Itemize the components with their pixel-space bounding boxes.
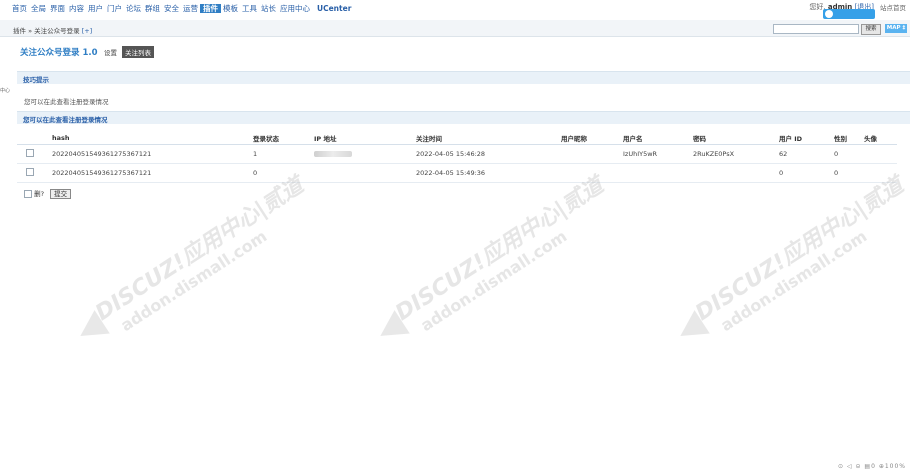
follow-table: hash 登录状态 IP 地址 关注时间 用户昵称 用户名 密码 用户 ID 性… [17,131,897,183]
delete-label: 删? [34,190,45,198]
cell-uid: 62 [779,144,834,164]
nav-security[interactable]: 安全 [162,4,181,13]
page-title: 关注公众号登录 1.0 [20,48,98,58]
cell-ip [314,144,416,164]
watermark: DISCUZ!应用中心|贰道 addon.dismall.com [72,168,319,348]
col-avatar: 头像 [864,131,897,145]
submit-button[interactable]: 提交 [50,189,72,199]
watermark: DISCUZ!应用中心|贰道 addon.dismall.com [372,168,619,348]
add-shortcut-link[interactable]: [+] [82,27,93,35]
col-user-id: 用户 ID [779,131,834,145]
watermark-logo-icon [372,310,410,348]
search-button[interactable]: 搜索 [861,24,881,35]
cell-password: 2RuKZE0PsX [693,144,779,164]
watermark-line2: addon.dismall.com [717,226,871,336]
nav-forum[interactable]: 论坛 [124,4,143,13]
list-title: 您可以在此查看注册登录情况 [23,116,108,124]
cell-status: 1 [253,144,314,164]
col-follow-time: 关注时间 [416,131,561,145]
secondary-bar: 插件 » 关注公众号登录 [+] 搜索 MAP ‡ [0,20,910,37]
cell-uid: 0 [779,163,834,183]
tab-follow-list[interactable]: 关注列表 [122,46,154,58]
settings-link[interactable]: 设置 [104,47,117,57]
watermark: DISCUZ!应用中心|贰道 addon.dismall.com [672,168,910,348]
watermark-logo-icon [672,310,710,348]
table-row: 20220405154936127536712​1 1 2022-04-05 1… [17,144,897,164]
cell-hash: 20220405154936127536712​1 [52,163,253,183]
watermark-line2: addon.dismall.com [117,226,271,336]
search-input[interactable] [773,24,859,34]
nav-operations[interactable]: 运营 [181,4,200,13]
breadcrumb-text[interactable]: 插件 » 关注公众号登录 [13,27,80,35]
cloud-icon [825,10,833,18]
tips-header: 技巧提示 [17,71,910,84]
col-password: 密码 [693,131,779,145]
watermark-line1: DISCUZ!应用中心|贰道 [91,173,309,326]
nav-global[interactable]: 全局 [29,4,48,13]
browser-status-bar: ⊙ ◁ ⊝ ▤0 ⊕100% [838,463,906,470]
nav-interface[interactable]: 界面 [48,4,67,13]
cell-ip [314,163,416,183]
watermark-line1: DISCUZ!应用中心|贰道 [391,173,609,326]
nav-home[interactable]: 首页 [10,4,29,13]
map-button[interactable]: MAP ‡ [885,24,907,33]
cell-status: 0 [253,163,314,183]
nav-app-center[interactable]: 应用中心 [278,4,312,13]
nav-tools[interactable]: 工具 [240,4,259,13]
cell-avatar [864,163,897,183]
table-row: 20220405154936127536712​1 0 2022-04-05 1… [17,163,897,183]
cell-gender: 0 [834,163,864,183]
col-nickname: 用户昵称 [561,131,623,145]
col-login-status: 登录状态 [253,131,314,145]
cell-gender: 0 [834,144,864,164]
select-all-checkbox[interactable] [24,190,32,198]
cell-avatar [864,144,897,164]
nav-webmaster[interactable]: 站长 [259,4,278,13]
col-gender: 性别 [834,131,864,145]
cell-username: IzUhIY5wR [623,144,693,164]
watermark-line1: DISCUZ!应用中心|贰道 [691,173,909,326]
cell-nickname [561,144,623,164]
watermark-logo-icon [72,310,110,348]
redacted-ip [314,151,352,157]
tips-text: 您可以在此查看注册登录情况 [24,98,109,106]
col-ip: IP 地址 [314,131,416,145]
col-username: 用户名 [623,131,693,145]
top-navbar: 首页 全局 界面 内容 用户 门户 论坛 群组 安全 运营 插件 模板 工具 站… [0,0,910,16]
cell-password [693,163,779,183]
row-checkbox[interactable] [26,149,34,157]
nav-portal[interactable]: 门户 [105,4,124,13]
nav-content[interactable]: 内容 [67,4,86,13]
cell-username [623,163,693,183]
list-header: 您可以在此查看注册登录情况 [17,111,910,124]
cell-time: 2022-04-05 15:49:36 [416,163,561,183]
nav-groups[interactable]: 群组 [143,4,162,13]
nav-users[interactable]: 用户 [86,4,105,13]
cell-nickname [561,163,623,183]
table-header-row: hash 登录状态 IP 地址 关注时间 用户昵称 用户名 密码 用户 ID 性… [17,131,897,145]
watermark-line2: addon.dismall.com [417,226,571,336]
tips-title: 技巧提示 [23,76,49,84]
checkbox-header [17,131,52,145]
app-center-badge[interactable] [823,9,875,19]
nav-plugins[interactable]: 插件 [200,4,221,13]
nav-templates[interactable]: 模板 [221,4,240,13]
row-checkbox[interactable] [26,168,34,176]
site-home-link[interactable]: 站点首页 [880,2,906,12]
nav-ucenter[interactable]: UCenter [315,4,353,13]
col-hash: hash [52,131,253,145]
cell-hash: 20220405154936127536712​1 [52,144,253,164]
cell-time: 2022-04-05 15:46:28 [416,144,561,164]
main-nav: 首页 全局 界面 内容 用户 门户 论坛 群组 安全 运营 插件 模板 工具 站… [10,4,353,13]
left-sidebar-edge[interactable]: 中心 [0,87,10,94]
breadcrumb: 插件 » 关注公众号登录 [+] [13,25,92,35]
table-footer: 删? 提交 [24,188,72,199]
